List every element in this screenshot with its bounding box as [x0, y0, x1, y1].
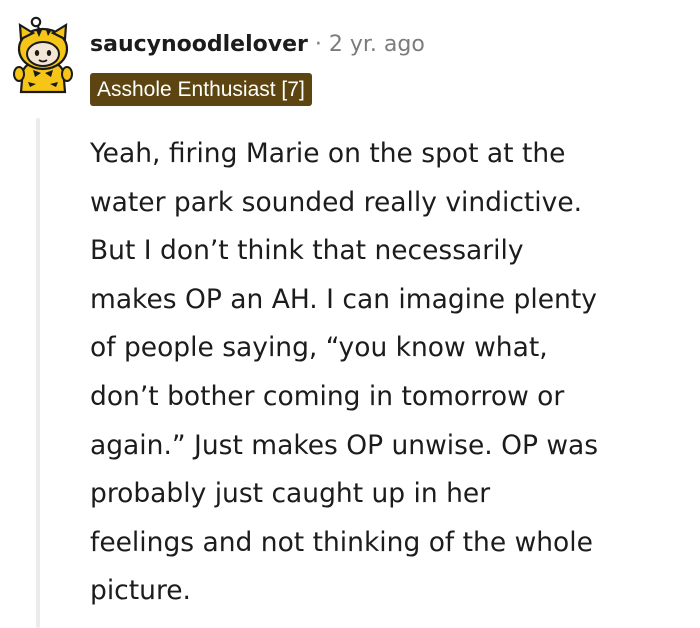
tiger-costume-snoo-avatar-icon[interactable]: [8, 14, 78, 94]
comment-body-line: water park sounded really vindictive.: [90, 186, 583, 218]
author-username[interactable]: saucynoodlelover: [90, 32, 308, 57]
comment-body-line: again.” Just makes OP unwise. OP was: [90, 429, 599, 461]
comment-body-line: picture.: [90, 575, 191, 607]
comment-body-line: feelings and not thinking of the whole: [90, 526, 593, 558]
comment-body-line: probably just caught up in her: [90, 478, 491, 510]
comment: saucynoodlelover · 2 yr. ago Asshole Ent…: [0, 0, 700, 628]
thread-line[interactable]: [36, 118, 40, 628]
comment-body: Yeah, firing Marie on the spot at the wa…: [90, 130, 680, 616]
meta-separator: ·: [314, 31, 322, 57]
comment-body-line: Yeah, firing Marie on the spot at the: [90, 138, 566, 169]
comment-body-line: But I don’t think that necessarily: [90, 235, 524, 267]
comment-body-line: of people saying, “you know what,: [90, 332, 548, 364]
comment-timestamp[interactable]: 2 yr. ago: [329, 32, 425, 57]
comment-meta: saucynoodlelover · 2 yr. ago: [90, 28, 425, 60]
user-flair-badge: Asshole Enthusiast [7]: [90, 73, 312, 106]
comment-body-line: makes OP an AH. I can imagine plenty: [90, 283, 597, 315]
comment-body-line: don’t bother coming in tomorrow or: [90, 380, 565, 412]
